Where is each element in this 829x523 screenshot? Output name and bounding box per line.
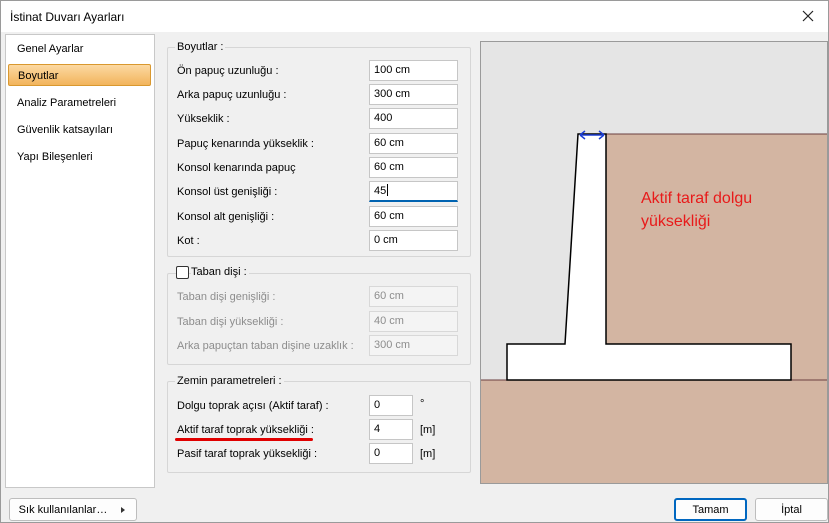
soil-parameters-group-title: Zemin parametreleri : (175, 375, 284, 387)
category-list: Genel Ayarlar Boyutlar Analiz Parametrel… (5, 34, 155, 488)
front-toe-length-input[interactable]: 100 cm (369, 60, 458, 81)
field-label: Dolgu toprak açısı (Aktif taraf) : (177, 400, 329, 412)
annotation-line-2: yüksekliği (641, 213, 710, 230)
ok-button[interactable]: Tamam (674, 498, 747, 521)
close-button[interactable] (799, 7, 817, 25)
field-label: Konsol üst genişliği : (177, 186, 278, 198)
height-input[interactable]: 400 (369, 108, 458, 129)
nav-item-label: Analiz Parametreleri (17, 97, 117, 109)
highlight-underline (175, 438, 313, 441)
nav-item-yapi-bilesenleri[interactable]: Yapı Bileşenleri (8, 146, 151, 168)
nav-item-guvenlik-katsayilari[interactable]: Güvenlik katsayıları (8, 119, 151, 141)
elevation-input[interactable]: 0 cm (369, 230, 458, 251)
window-title: İstinat Duvarı Ayarları (10, 10, 125, 24)
favorites-menu-button[interactable]: Sık kullanılanlar… (9, 498, 137, 521)
wall-diagram: Aktif taraf dolgu yüksekliği (481, 42, 827, 483)
nav-item-analiz-parametreleri[interactable]: Analiz Parametreleri (8, 92, 151, 114)
title-bar: İstinat Duvarı Ayarları (1, 1, 828, 32)
foundation-soil (481, 380, 827, 483)
stem-top-width-value: 45 (374, 185, 387, 197)
meter-unit: [m] (420, 448, 436, 460)
dimensions-group-title: Boyutlar : (175, 41, 226, 53)
arrow-right-icon (121, 506, 126, 513)
stem-top-width-input[interactable]: 45 (369, 181, 458, 202)
field-label: Aktif taraf toprak yüksekliği : (177, 424, 314, 436)
shear-key-width-input[interactable]: 60 cm (369, 286, 458, 307)
dialog-window: İstinat Duvarı Ayarları Genel Ayarlar Bo… (0, 0, 829, 523)
field-label: Kot : (177, 235, 200, 247)
shear-key-checkbox[interactable] (176, 266, 189, 279)
nav-item-label: Güvenlik katsayıları (17, 124, 113, 136)
annotation-line-1: Aktif taraf dolgu (641, 190, 752, 207)
favorites-label: Sık kullanılanlar… (18, 503, 108, 516)
active-soil-height-input[interactable]: 4 (369, 419, 413, 440)
nav-item-genel-ayarlar[interactable]: Genel Ayarlar (8, 38, 151, 60)
wall-preview: Aktif taraf dolgu yüksekliği (480, 41, 828, 484)
field-label: Taban dişi genişliği : (177, 291, 276, 303)
close-icon (802, 10, 814, 22)
text-caret (387, 184, 389, 196)
toe-edge-height-input[interactable]: 60 cm (369, 133, 458, 154)
nav-item-label: Yapı Bileşenleri (17, 151, 93, 163)
field-label: Taban dişi yüksekliği : (177, 316, 284, 328)
field-label: Konsol kenarında papuç (177, 162, 296, 174)
stem-bottom-width-input[interactable]: 60 cm (369, 206, 458, 227)
cancel-label: İptal (781, 503, 802, 516)
cancel-button[interactable]: İptal (755, 498, 828, 521)
field-label: Arka papuçtan taban dişine uzaklık : (177, 340, 354, 352)
field-label: Papuç kenarında yükseklik : (177, 138, 314, 150)
degree-unit: ° (420, 398, 425, 410)
ok-label: Tamam (692, 503, 729, 516)
nav-item-boyutlar[interactable]: Boyutlar (8, 64, 151, 86)
shear-key-height-input[interactable]: 40 cm (369, 311, 458, 332)
field-label: Arka papuç uzunluğu : (177, 89, 287, 101)
shear-key-group-title: Taban dişi : (191, 266, 249, 278)
nav-item-label: Boyutlar (18, 70, 59, 82)
stem-edge-toe-input[interactable]: 60 cm (369, 157, 458, 178)
nav-item-label: Genel Ayarlar (17, 43, 84, 55)
field-label: Yükseklik : (177, 113, 230, 125)
field-label: Ön papuç uzunluğu : (177, 65, 279, 77)
backfill-angle-input[interactable]: 0 (369, 395, 413, 416)
meter-unit: [m] (420, 424, 436, 436)
field-label: Pasif taraf toprak yüksekliği : (177, 448, 318, 460)
shear-key-distance-input[interactable]: 300 cm (369, 335, 458, 356)
field-label: Konsol alt genişliği : (177, 211, 275, 223)
passive-soil-height-input[interactable]: 0 (369, 443, 413, 464)
back-heel-length-input[interactable]: 300 cm (369, 84, 458, 105)
